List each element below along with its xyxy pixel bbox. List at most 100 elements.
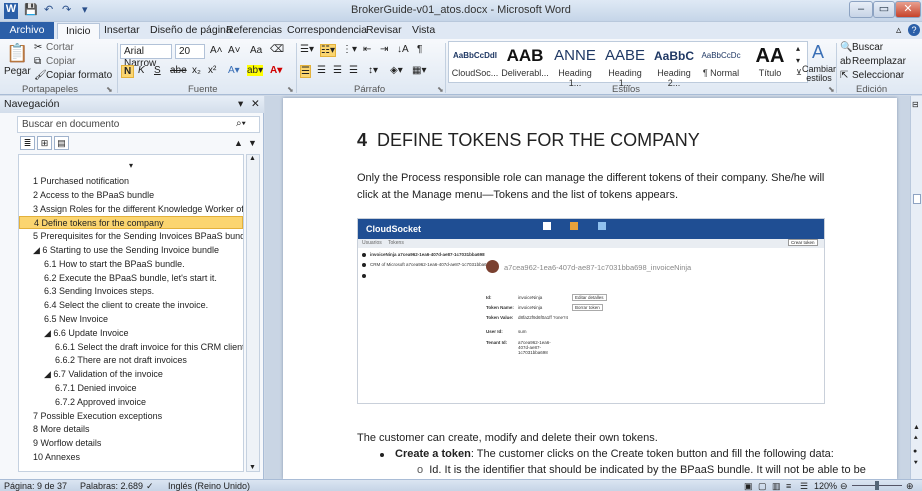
clear-format-icon[interactable]: ⌫: [270, 44, 284, 55]
tab-revisar[interactable]: Revisar: [366, 24, 402, 36]
nav-heading-item[interactable]: ◢ 6.6 Update Invoice: [19, 327, 243, 340]
full-screen-icon[interactable]: ▢: [758, 480, 767, 491]
print-layout-icon[interactable]: ▣: [744, 480, 753, 491]
nav-heading-item[interactable]: 5 Prerequisites for the Sending Invoices…: [19, 230, 243, 243]
tab-correspondencia[interactable]: Correspondencia: [287, 24, 367, 36]
styles-scroll-down-icon[interactable]: ▾: [796, 56, 800, 65]
next-heading-icon[interactable]: ▼: [248, 138, 257, 148]
headings-view-icon[interactable]: ≣: [20, 136, 35, 150]
replace-icon[interactable]: ab: [840, 56, 851, 67]
subscript-button[interactable]: x₂: [192, 65, 201, 76]
styles-more-icon[interactable]: ⊻: [796, 68, 802, 77]
page-count[interactable]: Página: 9 de 37: [4, 480, 67, 491]
style-cloudsoc[interactable]: AaBbCcDdI CloudSoc...: [451, 44, 499, 78]
proofing-icon[interactable]: ✓: [146, 480, 154, 491]
format-painter-icon[interactable]: 🖌: [34, 70, 47, 81]
align-right-icon[interactable]: ☰: [333, 65, 342, 76]
show-marks-icon[interactable]: ¶: [417, 44, 422, 55]
change-styles-icon[interactable]: A: [812, 42, 824, 63]
clipboard-launcher-icon[interactable]: ⬊: [106, 85, 113, 94]
styles-launcher-icon[interactable]: ⬊: [828, 85, 835, 94]
find-button[interactable]: Buscar: [852, 42, 883, 53]
change-case-button[interactable]: Aa: [250, 45, 262, 56]
ruler-toggle-icon[interactable]: ⊟: [912, 100, 919, 109]
italic-button[interactable]: K: [138, 65, 145, 76]
nav-heading-item[interactable]: ◢ 6.7 Validation of the invoice: [19, 368, 243, 381]
nav-heading-item[interactable]: 6.6.2 There are not draft invoices: [19, 354, 243, 367]
highlight-icon[interactable]: ab▾: [247, 65, 264, 76]
cut-button[interactable]: Cortar: [46, 42, 74, 53]
scroll-up-icon[interactable]: ▲: [249, 155, 256, 162]
underline-button[interactable]: S: [154, 65, 161, 76]
vertical-scrollbar[interactable]: ⊟ ▲ ⯅ ● ⯆: [910, 96, 922, 479]
tab-insertar[interactable]: Insertar: [104, 24, 140, 36]
bullets-icon[interactable]: ☰▾: [300, 44, 314, 55]
scroll-down-icon[interactable]: ▼: [249, 464, 256, 471]
replace-button[interactable]: Reemplazar: [852, 56, 906, 67]
format-painter-button[interactable]: Copiar formato: [46, 70, 112, 81]
align-center-icon[interactable]: ☰: [317, 65, 326, 76]
shading-icon[interactable]: ◈▾: [390, 65, 403, 76]
copy-button[interactable]: Copiar: [46, 56, 75, 67]
style-titulo[interactable]: AA Título: [747, 44, 793, 78]
tab-archivo[interactable]: Archivo: [0, 22, 54, 39]
nav-heading-item[interactable]: 2 Access to the BPaaS bundle: [19, 189, 243, 202]
nav-search-input[interactable]: Buscar en documento: [17, 116, 260, 133]
change-styles-button[interactable]: Cambiar estilos: [802, 65, 836, 83]
next-page-icon[interactable]: ⯆: [913, 460, 919, 468]
nav-scrollbar[interactable]: ▲ ▼: [246, 154, 260, 472]
style-heading1-a[interactable]: ANNE Heading 1...: [551, 44, 599, 88]
paste-icon[interactable]: 📋: [6, 43, 28, 64]
tab-inicio[interactable]: Inicio: [57, 23, 100, 39]
close-button[interactable]: ✕: [895, 1, 921, 18]
superscript-button[interactable]: x²: [208, 65, 216, 76]
select-icon[interactable]: ⇱: [840, 70, 848, 81]
maximize-button[interactable]: ▭: [873, 1, 895, 18]
nav-heading-item[interactable]: 1 Purchased notification: [19, 175, 243, 188]
styles-scroll-up-icon[interactable]: ▴: [796, 44, 800, 53]
font-launcher-icon[interactable]: ⬊: [287, 85, 294, 94]
tab-diseno-pagina[interactable]: Diseño de página: [150, 24, 232, 36]
copy-icon[interactable]: ⧉: [34, 56, 41, 67]
grow-font-button[interactable]: A˄: [210, 45, 223, 56]
nav-heading-item[interactable]: 3 Assign Roles for the different Knowled…: [19, 203, 243, 216]
strikethrough-button[interactable]: abe: [170, 65, 187, 76]
paste-button[interactable]: Pegar: [4, 66, 31, 77]
select-button[interactable]: Seleccionar: [852, 70, 904, 81]
word-count[interactable]: Palabras: 2.689: [80, 480, 143, 491]
nav-heading-item[interactable]: 10 Annexes: [19, 451, 243, 464]
help-icon[interactable]: ?: [908, 24, 920, 36]
nav-heading-item[interactable]: 6.4 Select the client to create the invo…: [19, 299, 243, 312]
scroll-thumb[interactable]: [913, 194, 921, 204]
borders-icon[interactable]: ▦▾: [412, 65, 426, 76]
style-heading1-b[interactable]: AABE Heading 1...: [601, 44, 649, 88]
increase-indent-icon[interactable]: ⇥: [380, 44, 388, 55]
collapse-top-icon[interactable]: ▾: [19, 159, 243, 172]
style-normal[interactable]: AaBbCcDc ¶ Normal: [697, 44, 745, 78]
paragraph-launcher-icon[interactable]: ⬊: [437, 85, 444, 94]
nav-heading-item[interactable]: 6.1 How to start the BPaaS bundle.: [19, 258, 243, 271]
bold-button[interactable]: N: [121, 65, 135, 78]
nav-heading-item[interactable]: 6.6.1 Select the draft invoice for this …: [19, 341, 243, 354]
nav-heading-item[interactable]: 9 Worflow details: [19, 437, 243, 450]
language-indicator[interactable]: Inglés (Reino Unido): [168, 480, 250, 491]
zoom-level[interactable]: 120%: [814, 480, 837, 491]
scroll-up-icon[interactable]: ▲: [913, 424, 920, 431]
zoom-in-icon[interactable]: ⊕: [906, 480, 914, 491]
text-effects-icon[interactable]: A▾: [228, 65, 240, 76]
shrink-font-button[interactable]: A˅: [228, 45, 241, 56]
find-icon[interactable]: 🔍: [840, 42, 852, 53]
style-deliverable[interactable]: AAB Deliverabl...: [501, 44, 549, 78]
browse-object-icon[interactable]: ●: [913, 448, 917, 455]
align-left-icon[interactable]: ☰: [300, 65, 311, 78]
nav-heading-item[interactable]: 6.5 New Invoice: [19, 313, 243, 326]
zoom-slider-thumb[interactable]: [875, 481, 879, 490]
font-color-icon[interactable]: A▾: [270, 65, 282, 76]
numbering-icon[interactable]: ☷▾: [320, 44, 336, 57]
nav-heading-item[interactable]: 6.2 Execute the BPaaS bundle, let's star…: [19, 272, 243, 285]
previous-page-icon[interactable]: ⯅: [913, 435, 919, 443]
tab-vista[interactable]: Vista: [412, 24, 435, 36]
embedded-screenshot[interactable]: CloudSocket Usuarios Tokens Crear token …: [357, 218, 825, 404]
nav-heading-item[interactable]: 8 More details: [19, 423, 243, 436]
sort-icon[interactable]: ↓A: [397, 44, 409, 55]
